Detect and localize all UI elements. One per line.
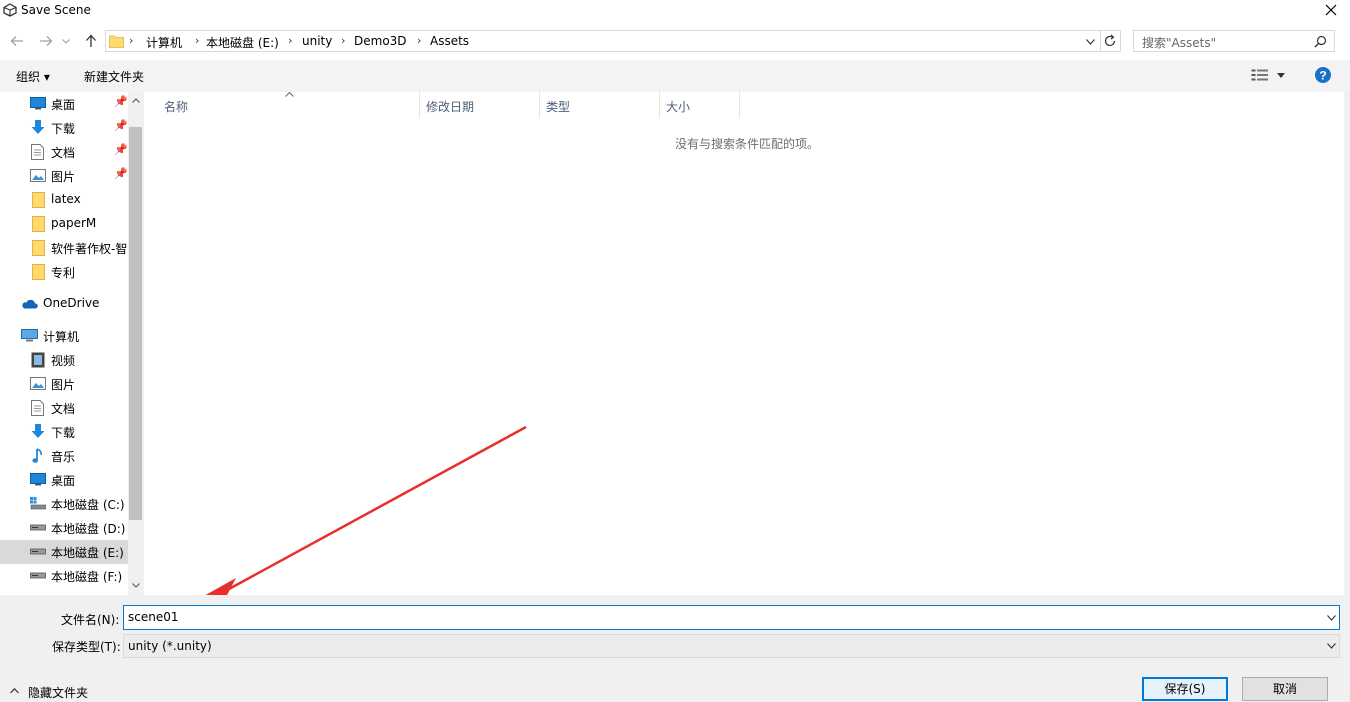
nav-item-desktop[interactable]: 桌面 📌	[0, 92, 128, 116]
nav-item-pictures[interactable]: 图片 📌	[0, 164, 128, 188]
document-icon	[31, 400, 44, 416]
save-options-panel: 文件名(N): scene01 保存类型(T): unity (*.unity)…	[0, 595, 1350, 702]
pin-icon: 📌	[114, 119, 128, 132]
breadcrumb-drive-e[interactable]: 本地磁盘 (E:)	[206, 34, 279, 51]
navigation-pane: 桌面 📌 下载 📌 文档 📌 图片 📌 latex paperM 软件著作权-智…	[0, 92, 144, 595]
command-bar: 组织 ▾ 新建文件夹 ?	[0, 60, 1350, 92]
nav-item-desktop-pc[interactable]: 桌面	[0, 468, 128, 492]
file-list-scrollbar[interactable]	[1344, 92, 1350, 595]
nav-item-documents-pc[interactable]: 文档	[0, 396, 128, 420]
breadcrumb-unity[interactable]: unity	[302, 34, 332, 48]
nav-item-computer[interactable]: 计算机	[0, 324, 128, 348]
file-list: 名称 修改日期 类型 大小 没有与搜索条件匹配的项。	[144, 92, 1344, 595]
forward-button[interactable]	[36, 31, 56, 51]
folder-icon	[32, 264, 45, 280]
video-icon	[31, 352, 45, 368]
save-button[interactable]: 保存(S)	[1142, 677, 1228, 701]
onedrive-icon	[22, 299, 38, 309]
system-drive-icon	[30, 497, 46, 510]
organize-menu[interactable]: 组织 ▾	[16, 68, 50, 85]
address-bar[interactable]: › 计算机 › 本地磁盘 (E:) › unity › Demo3D › Ass…	[105, 30, 1121, 52]
view-dropdown-icon[interactable]	[1277, 73, 1285, 78]
filename-label: 文件名(N):	[61, 613, 120, 627]
folder-icon	[32, 216, 45, 232]
pictures-icon	[30, 377, 46, 390]
annotation-arrow	[205, 425, 527, 595]
nav-item-downloads[interactable]: 下载 📌	[0, 116, 128, 140]
nav-item-music[interactable]: 音乐	[0, 444, 128, 468]
chevron-up-icon	[10, 688, 19, 694]
music-icon	[32, 448, 42, 463]
back-button[interactable]	[7, 31, 27, 51]
up-button[interactable]	[81, 31, 101, 51]
folder-icon	[109, 35, 124, 48]
nav-item-drive-c[interactable]: 本地磁盘 (C:)	[0, 492, 128, 516]
chevron-down-icon	[62, 39, 70, 44]
nav-item-downloads-pc[interactable]: 下载	[0, 420, 128, 444]
nav-item-drive-d[interactable]: 本地磁盘 (D:)	[0, 516, 128, 540]
scroll-down-icon[interactable]	[132, 583, 140, 588]
nav-item-software-copyright[interactable]: 软件著作权-智	[0, 236, 128, 260]
breadcrumb-computer[interactable]: 计算机	[146, 34, 182, 51]
folder-icon	[32, 192, 45, 208]
view-details-icon[interactable]	[1251, 69, 1269, 81]
nav-item-drive-e[interactable]: 本地磁盘 (E:)	[0, 540, 128, 564]
help-icon[interactable]: ?	[1315, 67, 1331, 83]
breadcrumb-assets[interactable]: Assets	[430, 34, 469, 48]
search-placeholder: 搜索"Assets"	[1142, 36, 1217, 50]
unity-logo-icon	[3, 3, 17, 17]
cancel-button[interactable]: 取消	[1242, 677, 1328, 701]
nav-item-paperm[interactable]: paperM	[0, 212, 128, 236]
chevron-down-icon[interactable]	[1327, 615, 1336, 621]
address-dropdown-icon[interactable]	[1086, 39, 1095, 45]
nav-item-drive-f[interactable]: 本地磁盘 (F:)	[0, 564, 128, 588]
hide-folders-label: 隐藏文件夹	[28, 686, 89, 700]
close-button[interactable]	[1316, 0, 1346, 20]
filename-value: scene01	[128, 610, 179, 624]
filename-input[interactable]: scene01	[123, 605, 1340, 630]
nav-item-patent[interactable]: 专利	[0, 260, 128, 284]
filetype-select[interactable]: unity (*.unity)	[123, 634, 1340, 658]
refresh-icon[interactable]	[1103, 34, 1117, 48]
pin-icon: 📌	[114, 95, 128, 108]
new-folder-button[interactable]: 新建文件夹	[84, 68, 144, 85]
window-title: Save Scene	[21, 3, 91, 17]
drive-icon	[30, 548, 46, 555]
nav-item-documents[interactable]: 文档 📌	[0, 140, 128, 164]
search-input[interactable]: 搜索"Assets"	[1133, 30, 1335, 52]
svg-text:?: ?	[1319, 68, 1326, 82]
search-icon[interactable]	[1314, 35, 1327, 48]
desktop-icon	[30, 473, 46, 486]
pin-icon: 📌	[114, 143, 128, 156]
arrow-up-icon	[86, 34, 96, 47]
breadcrumb-demo3d[interactable]: Demo3D	[354, 34, 407, 48]
drive-icon	[30, 524, 46, 531]
scroll-up-icon[interactable]	[132, 98, 140, 103]
nav-item-onedrive[interactable]: OneDrive	[0, 292, 128, 316]
computer-icon	[21, 329, 38, 342]
drive-icon	[30, 572, 46, 579]
download-icon	[31, 424, 45, 438]
chevron-down-icon	[1327, 643, 1336, 649]
pin-icon: 📌	[114, 167, 128, 180]
nav-item-pictures-pc[interactable]: 图片	[0, 372, 128, 396]
navigation-scroll-thumb[interactable]	[129, 127, 142, 520]
folder-icon	[32, 240, 45, 256]
close-icon	[1325, 4, 1337, 16]
download-icon	[31, 120, 45, 134]
title-bar: Save Scene	[0, 0, 1350, 26]
document-icon	[31, 144, 44, 160]
nav-item-videos[interactable]: 视频	[0, 348, 128, 372]
arrow-left-icon	[10, 36, 23, 46]
filetype-value: unity (*.unity)	[128, 639, 212, 653]
filetype-label: 保存类型(T):	[52, 640, 121, 654]
pictures-icon	[30, 169, 46, 182]
desktop-icon	[30, 97, 46, 110]
recent-locations-button[interactable]	[60, 31, 72, 51]
arrow-right-icon	[40, 36, 53, 46]
nav-item-latex[interactable]: latex	[0, 188, 128, 212]
